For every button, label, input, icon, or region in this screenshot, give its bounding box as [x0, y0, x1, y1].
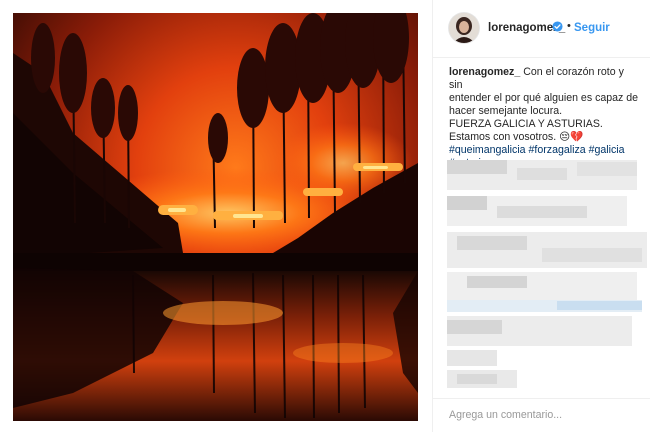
verified-badge-icon: [552, 21, 563, 32]
hashtag-galicia[interactable]: #galicia: [589, 144, 625, 156]
pixel-block: [447, 196, 487, 210]
post-caption: lorenagomez_ Con el corazón roto y sin e…: [449, 66, 639, 170]
pixel-block: [467, 276, 527, 288]
comment-bar: [433, 398, 650, 433]
caption-line-2: entender el por qué alguien es capaz de: [449, 92, 639, 104]
pixel-block: [447, 320, 502, 334]
avatar[interactable]: [449, 13, 479, 43]
pixel-block: [517, 168, 567, 180]
pixel-block: [447, 350, 497, 366]
pixel-block: [577, 162, 637, 176]
pixel-block: [557, 301, 642, 310]
hashtag-queimangalicia[interactable]: #queimangalicia: [449, 144, 526, 156]
instagram-post-window: lorenagomez_ • Seguir lorenagomez_ Con e…: [0, 0, 650, 432]
post-photo[interactable]: [13, 13, 418, 421]
pixel-block: [542, 248, 642, 262]
comment-input[interactable]: [449, 407, 639, 423]
pixel-block: [457, 236, 527, 250]
follow-button[interactable]: Seguir: [574, 22, 610, 34]
hashtag-forzagaliza[interactable]: #forzagaliza: [529, 144, 586, 156]
caption-line-4: FUERZA GALICIA Y ASTURIAS.: [449, 118, 603, 130]
pixel-block: [447, 160, 507, 174]
wildfire-image: [13, 13, 418, 421]
avatar-image: [449, 13, 479, 43]
caption-line-3: hacer semejante locura.: [449, 105, 563, 117]
post-sidebar: lorenagomez_ • Seguir lorenagomez_ Con e…: [432, 0, 650, 432]
post-header: lorenagomez_ • Seguir: [433, 0, 650, 58]
pixel-block: [457, 374, 497, 384]
pixel-block: [497, 206, 587, 218]
pixelated-comments: [447, 160, 647, 392]
caption-line-5: Estamos con vosotros. 😔💔: [449, 131, 584, 143]
separator-dot: •: [567, 20, 571, 32]
caption-username[interactable]: lorenagomez_: [449, 66, 520, 78]
